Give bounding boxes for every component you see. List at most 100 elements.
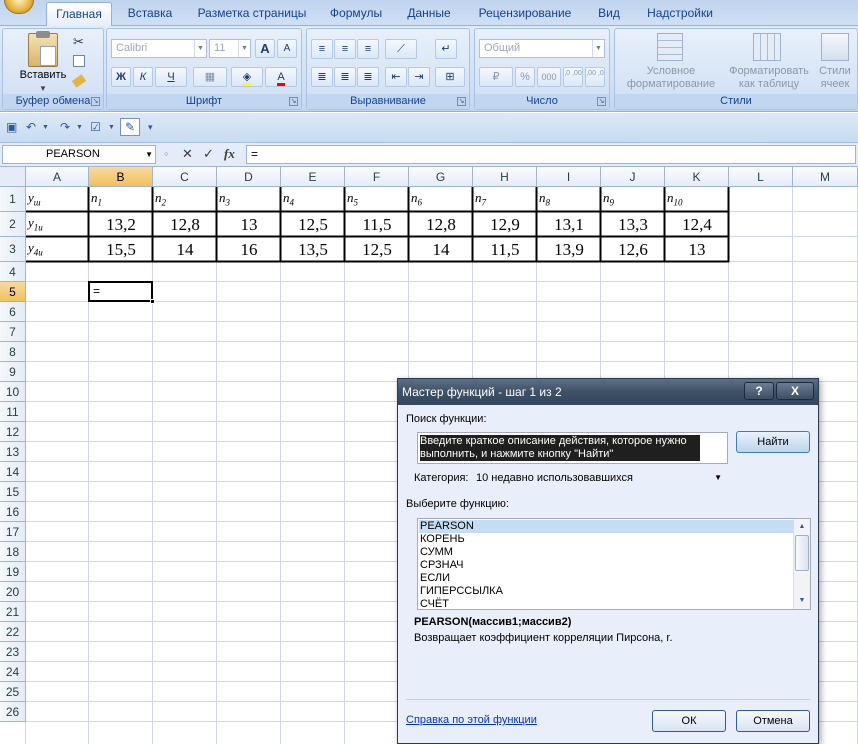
value-cell[interactable]: 13,3: [601, 212, 665, 237]
align-left-icon[interactable]: ≣: [311, 67, 333, 87]
category-select[interactable]: 10 недавно использовавшихся ▼: [476, 471, 726, 486]
value-cell[interactable]: 13,1: [537, 212, 601, 237]
value-cell[interactable]: 14: [409, 237, 473, 262]
merge-cells-icon[interactable]: ⊞: [435, 67, 465, 87]
row-label-cell[interactable]: y4и: [26, 237, 89, 262]
chevron-down-icon[interactable]: ▼: [194, 40, 206, 57]
active-cell[interactable]: =: [88, 281, 155, 304]
edit-icon[interactable]: ✎: [120, 118, 140, 136]
customize-qat-icon[interactable]: ▾: [148, 122, 153, 133]
find-button[interactable]: Найти: [736, 431, 810, 453]
shrink-font-button[interactable]: A: [277, 39, 297, 58]
scroll-thumb[interactable]: [795, 535, 809, 571]
header-cell[interactable]: n4: [281, 187, 345, 212]
currency-format-icon[interactable]: ₽: [479, 67, 513, 87]
tab-page-layout[interactable]: Разметка страницы: [190, 6, 314, 26]
save-icon[interactable]: ▣: [6, 120, 17, 134]
function-item-count[interactable]: СЧЁТ: [419, 598, 793, 609]
formula-bar-handle-icon[interactable]: ◦: [164, 146, 169, 161]
row-header-26[interactable]: 26: [0, 702, 26, 722]
search-input[interactable]: Введите краткое описание действия, котор…: [417, 432, 728, 464]
borders-button[interactable]: ▦: [193, 67, 227, 87]
format-as-table-button[interactable]: Форматировать как таблицу: [723, 65, 815, 91]
decrease-decimal-button[interactable]: ,00 ,0: [585, 67, 605, 87]
value-cell[interactable]: 12,9: [473, 212, 537, 237]
row-header-9[interactable]: 9: [0, 362, 26, 382]
undo-dropdown-icon[interactable]: ▼: [42, 124, 49, 131]
align-bottom-icon[interactable]: ≡: [357, 39, 379, 59]
header-cell[interactable]: n5: [345, 187, 409, 212]
tab-home[interactable]: Главная: [46, 2, 112, 27]
font-name-combo[interactable]: Calibri ▼: [111, 39, 207, 58]
header-cell[interactable]: n9: [601, 187, 665, 212]
row-header-20[interactable]: 20: [0, 582, 26, 602]
row-header-7[interactable]: 7: [0, 322, 26, 342]
column-header-g[interactable]: G: [409, 167, 473, 187]
column-header-l[interactable]: L: [729, 167, 793, 187]
clipboard-launcher-icon[interactable]: ↘: [91, 97, 100, 106]
insert-function-icon[interactable]: fx: [224, 146, 235, 162]
header-cell[interactable]: n7: [473, 187, 537, 212]
value-cell[interactable]: 13: [665, 237, 729, 262]
function-list[interactable]: PEARSON КОРЕНЬ СУММ СРЗНАЧ ЕСЛИ ГИПЕРССЫ…: [417, 518, 811, 610]
row-header-4[interactable]: 4: [0, 262, 26, 282]
header-cell[interactable]: n1: [89, 187, 153, 212]
column-header-f[interactable]: F: [345, 167, 409, 187]
thousands-button[interactable]: 000: [537, 67, 561, 87]
function-item-if[interactable]: ЕСЛИ: [419, 572, 793, 585]
column-header-b[interactable]: B: [89, 167, 153, 187]
dialog-help-button[interactable]: ?: [744, 382, 774, 400]
cancel-button[interactable]: Отмена: [736, 710, 810, 732]
row-header-16[interactable]: 16: [0, 502, 26, 522]
fill-color-button[interactable]: ◈: [231, 67, 263, 87]
redo-dropdown-icon[interactable]: ▼: [76, 124, 83, 131]
row-header-18[interactable]: 18: [0, 542, 26, 562]
value-cell[interactable]: 12,8: [409, 212, 473, 237]
value-cell[interactable]: 13,9: [537, 237, 601, 262]
row-header-3[interactable]: 3: [0, 237, 26, 262]
italic-button[interactable]: К: [133, 67, 153, 87]
chevron-down-icon[interactable]: ▼: [714, 471, 722, 485]
value-cell[interactable]: 11,5: [345, 212, 409, 237]
row-header-2[interactable]: 2: [0, 212, 26, 237]
format-as-table-icon[interactable]: [753, 33, 781, 61]
row-header-8[interactable]: 8: [0, 342, 26, 362]
alignment-launcher-icon[interactable]: ↘: [457, 97, 466, 106]
row-label-cell[interactable]: y1и: [26, 212, 89, 237]
column-header-m[interactable]: M: [793, 167, 858, 187]
value-cell[interactable]: 12,4: [665, 212, 729, 237]
column-header-e[interactable]: E: [281, 167, 345, 187]
row-header-19[interactable]: 19: [0, 562, 26, 582]
value-cell[interactable]: 12,5: [345, 237, 409, 262]
column-header-c[interactable]: C: [153, 167, 217, 187]
header-cell[interactable]: n8: [537, 187, 601, 212]
value-cell[interactable]: 12,5: [281, 212, 345, 237]
function-item-pearson[interactable]: PEARSON: [419, 520, 793, 533]
value-cell[interactable]: 16: [217, 237, 281, 262]
row-header-5[interactable]: 5: [0, 282, 26, 302]
number-launcher-icon[interactable]: ↘: [597, 97, 606, 106]
select-all-corner[interactable]: [0, 167, 26, 187]
copy-icon[interactable]: [73, 55, 85, 67]
name-box[interactable]: PEARSON ▼: [2, 145, 156, 164]
row-header-14[interactable]: 14: [0, 462, 26, 482]
tab-addins[interactable]: Надстройки: [636, 6, 724, 26]
row-header-10[interactable]: 10: [0, 382, 26, 402]
row-header-12[interactable]: 12: [0, 422, 26, 442]
row-header-24[interactable]: 24: [0, 662, 26, 682]
header-cell[interactable]: n10: [665, 187, 729, 212]
align-middle-icon[interactable]: ≡: [334, 39, 356, 59]
scroll-down-icon[interactable]: ▼: [794, 594, 810, 608]
cell-styles-icon[interactable]: [821, 33, 849, 61]
percent-button[interactable]: %: [515, 67, 535, 87]
help-link[interactable]: Справка по этой функции: [406, 714, 537, 726]
row-header-22[interactable]: 22: [0, 622, 26, 642]
fill-handle[interactable]: [150, 299, 155, 304]
undo-icon[interactable]: ↶: [26, 120, 36, 134]
row-header-1[interactable]: 1: [0, 187, 26, 212]
chevron-down-icon[interactable]: ▼: [238, 40, 250, 57]
cut-icon[interactable]: ✂: [73, 34, 84, 50]
header-cell[interactable]: n3: [217, 187, 281, 212]
chevron-down-icon[interactable]: ▼: [145, 146, 153, 163]
column-header-a[interactable]: A: [26, 167, 89, 187]
